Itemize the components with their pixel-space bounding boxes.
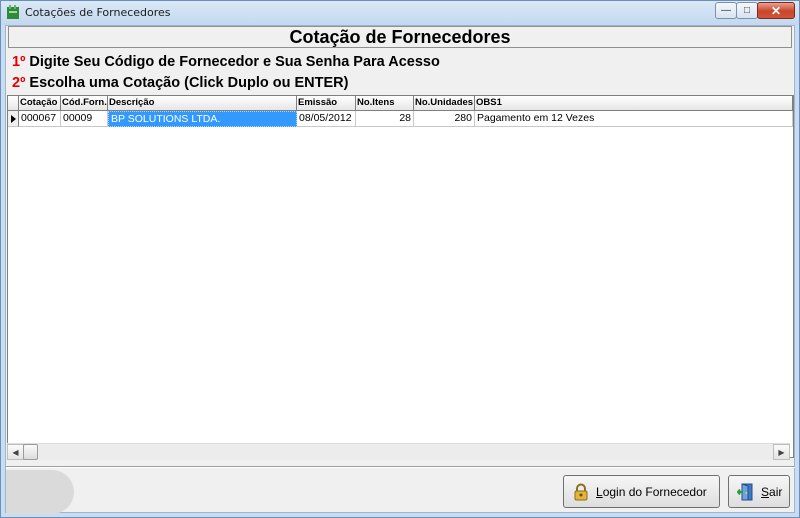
status-panel [6, 470, 74, 514]
row-indicator [8, 111, 19, 127]
instruction-2-text: Escolha uma Cotação (Click Duplo ou ENTE… [25, 75, 349, 91]
column-header-cod-forn[interactable]: Cód.Forn. [61, 96, 108, 111]
sair-button[interactable]: Sair [728, 475, 790, 508]
column-header-emissao[interactable]: Emissão [297, 96, 356, 111]
login-fornecedor-button[interactable]: Login do Fornecedor [563, 475, 720, 508]
header-indicator-cell [8, 96, 19, 111]
current-row-arrow-icon [11, 115, 16, 123]
instruction-1: 1º Digite Seu Código de Fornecedor e Sua… [12, 54, 440, 70]
close-button[interactable]: ✕ [757, 2, 795, 19]
column-header-descricao[interactable]: Descrição [108, 96, 297, 111]
column-header-no-itens[interactable]: No.Itens [356, 96, 414, 111]
column-header-obs1[interactable]: OBS1 [475, 96, 793, 111]
cell-obs1[interactable]: Pagamento em 12 Vezes [475, 111, 793, 127]
horizontal-scrollbar[interactable]: ◀ ▶ [7, 443, 790, 460]
instruction-1-text: Digite Seu Código de Fornecedor e Sua Se… [25, 54, 440, 70]
scroll-right-icon[interactable]: ▶ [773, 444, 790, 460]
app-icon [7, 5, 19, 19]
app-window: Cotações de Fornecedores — □ ✕ Cotação d… [0, 0, 800, 518]
cell-cotacao[interactable]: 000067 [19, 111, 61, 127]
column-header-cotacao[interactable]: Cotação [19, 96, 61, 111]
instruction-2: 2º Escolha uma Cotação (Click Duplo ou E… [12, 75, 348, 91]
title-bar[interactable]: Cotações de Fornecedores — □ ✕ [1, 1, 799, 25]
login-button-label: Login do Fornecedor [596, 484, 707, 499]
padlock-icon [574, 483, 588, 500]
form-heading: Cotação de Fornecedores [8, 26, 792, 48]
scroll-left-icon[interactable]: ◀ [7, 444, 24, 460]
sair-button-label: Sair [761, 484, 783, 499]
grid-header: Cotação Cód.Forn. Descrição Emissão No.I… [8, 96, 793, 111]
window-title: Cotações de Fornecedores [25, 6, 171, 19]
footer-divider [6, 466, 795, 468]
cell-cod-forn[interactable]: 00009 [61, 111, 108, 127]
exit-door-icon [737, 482, 753, 500]
cell-no-unidades[interactable]: 280 [414, 111, 475, 127]
quotes-grid[interactable]: Cotação Cód.Forn. Descrição Emissão No.I… [7, 95, 794, 458]
minimize-button[interactable]: — [715, 2, 737, 19]
scroll-thumb[interactable] [23, 444, 38, 460]
column-header-no-unidades[interactable]: No.Unidades [414, 96, 475, 111]
cell-descricao[interactable]: BP SOLUTIONS LTDA. [108, 111, 297, 127]
cell-no-itens[interactable]: 28 [356, 111, 414, 127]
form-client-area: Cotação de Fornecedores 1º Digite Seu Có… [5, 25, 795, 514]
table-row[interactable]: 000067 00009 BP SOLUTIONS LTDA. 08/05/20… [8, 111, 793, 127]
cell-emissao[interactable]: 08/05/2012 [297, 111, 356, 127]
instruction-1-number: 1º [12, 54, 26, 70]
maximize-button[interactable]: □ [736, 2, 758, 19]
instruction-2-number: 2º [12, 75, 26, 91]
